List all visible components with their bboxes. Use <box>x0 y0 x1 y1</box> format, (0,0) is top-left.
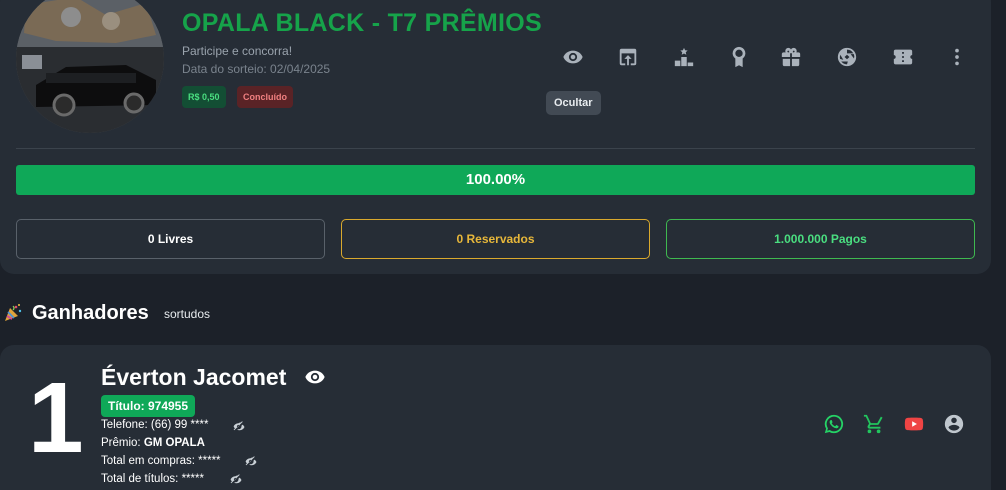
phone-line: Telefone: (66) 99 **** <box>101 419 208 431</box>
more-vertical-icon[interactable] <box>944 44 970 70</box>
winner-rank: 1 <box>28 362 84 474</box>
eye-off-icon[interactable] <box>232 420 245 433</box>
wheel-icon[interactable] <box>834 44 860 70</box>
user-profile-icon[interactable] <box>943 413 965 435</box>
raffle-title: OPALA BLACK - T7 PRÊMIOS <box>182 9 542 37</box>
cart-icon[interactable] <box>863 413 885 435</box>
total-titles-label: Total de títulos: <box>101 473 179 485</box>
whatsapp-icon[interactable] <box>823 413 845 435</box>
divider <box>16 148 975 149</box>
progress-bar: 100.00% <box>16 165 975 195</box>
ticket-icon[interactable] <box>890 44 916 70</box>
party-popper-icon <box>3 303 23 323</box>
eye-off-icon[interactable] <box>244 455 257 468</box>
prize-value: GM OPALA <box>143 437 205 449</box>
winner-name: Éverton Jacomet <box>101 364 287 390</box>
free-count-button[interactable]: 0 Livres <box>16 219 325 259</box>
podium-icon[interactable] <box>671 44 697 70</box>
winners-subtitle: sortudos <box>164 307 211 321</box>
total-titles-value: ***** <box>181 473 204 485</box>
hide-tooltip: Ocultar <box>546 91 601 115</box>
raffle-subtitle: Participe e concorra! <box>182 44 293 58</box>
total-purchases-value: ***** <box>198 455 221 467</box>
paid-count-button[interactable]: 1.000.000 Pagos <box>666 219 975 259</box>
total-purchases-label: Total em compras: <box>101 455 195 467</box>
progress-label: 100.00% <box>465 171 526 188</box>
draw-date: Data do sorteio: 02/04/2025 <box>182 62 331 76</box>
share-icon[interactable] <box>615 44 641 70</box>
award-icon[interactable] <box>726 44 752 70</box>
total-titles-line: Total de títulos: ***** <box>101 473 204 485</box>
ticket-badge: Título: 974955 <box>101 395 196 417</box>
prize-label: Prêmio: <box>101 437 141 449</box>
youtube-icon[interactable] <box>903 413 925 435</box>
prize-line: Prêmio: GM OPALA <box>101 437 205 449</box>
phone-value: (66) 99 **** <box>150 419 209 431</box>
eye-icon[interactable] <box>303 366 327 388</box>
eye-icon[interactable] <box>560 44 586 70</box>
winners-title: Ganhadores <box>32 302 149 324</box>
status-badge: Concluído <box>237 86 293 108</box>
reserved-count-button[interactable]: 0 Reservados <box>341 219 650 259</box>
phone-label: Telefone: <box>101 419 148 431</box>
gift-icon[interactable] <box>778 44 804 70</box>
eye-off-icon[interactable] <box>229 473 242 486</box>
price-badge: R$ 0,50 <box>182 86 226 108</box>
total-purchases-line: Total em compras: ***** <box>101 455 221 467</box>
